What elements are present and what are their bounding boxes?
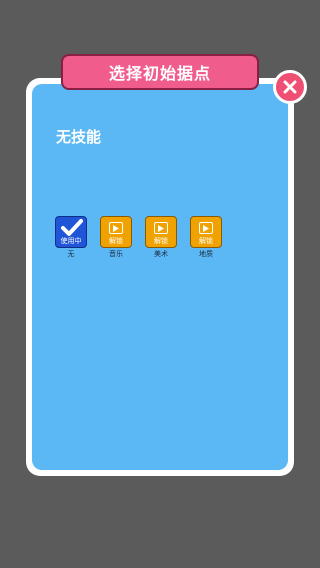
unlock-badge: 解锁 <box>109 237 123 245</box>
current-skill-label: 无技能 <box>56 128 102 146</box>
in-use-badge: 使用中 <box>60 237 82 245</box>
skill-button-none[interactable]: 使用中 <box>55 216 87 248</box>
skill-item-music[interactable]: 解锁 音乐 <box>99 216 133 259</box>
skill-label: 无 <box>67 250 75 258</box>
title-banner: 选择初始据点 <box>61 54 259 90</box>
skill-item-geology[interactable]: 解锁 地质 <box>189 216 223 259</box>
skill-label: 音乐 <box>109 250 123 258</box>
video-play-icon <box>154 222 168 234</box>
unlock-badge: 解锁 <box>199 237 213 245</box>
skill-label: 地质 <box>199 250 213 258</box>
skill-label: 美术 <box>154 250 168 258</box>
checkmark-icon <box>61 219 83 236</box>
video-play-icon <box>199 222 213 234</box>
dialog-title: 选择初始据点 <box>108 64 211 83</box>
skill-item-none[interactable]: 使用中 无 <box>54 216 88 259</box>
video-play-icon <box>109 222 123 234</box>
close-button[interactable] <box>273 70 307 104</box>
skill-list: 使用中 无 解锁 音乐 解锁 美术 解锁 地质 <box>54 216 234 259</box>
close-icon <box>283 80 297 94</box>
skill-item-art[interactable]: 解锁 美术 <box>144 216 178 259</box>
skill-button-art[interactable]: 解锁 <box>145 216 177 248</box>
skill-button-music[interactable]: 解锁 <box>100 216 132 248</box>
skill-button-geology[interactable]: 解锁 <box>190 216 222 248</box>
unlock-badge: 解锁 <box>154 237 168 245</box>
